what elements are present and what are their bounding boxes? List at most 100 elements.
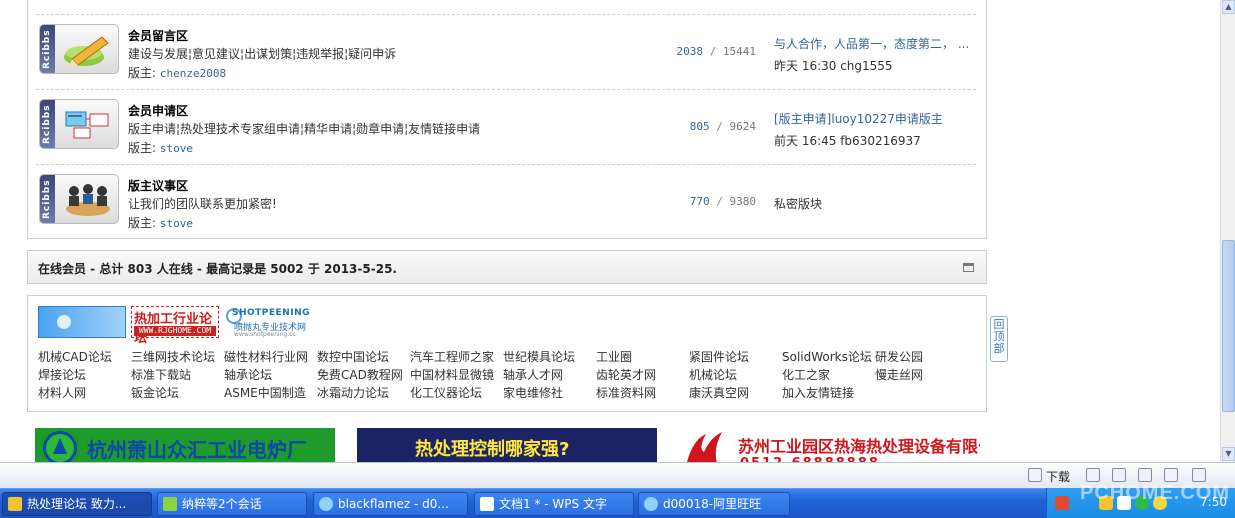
input-method-icon[interactable] [1055,496,1069,510]
forum-title[interactable]: 会员留言区 [128,27,188,44]
friend-link[interactable]: 磁性材料行业网 [224,348,308,365]
friend-link[interactable]: 轴承人才网 [503,366,563,383]
task-button[interactable]: 纳粹等2个会话 [157,492,307,516]
friend-link[interactable]: 冰霜动力论坛 [317,384,389,401]
rcibbs-band: Rcibbs [40,175,55,223]
friend-link[interactable]: 数控中国论坛 [317,348,389,365]
last-post-meta: 昨天 16:30 chg1555 [774,59,893,73]
friend-links-box: 热加工行业论坛 WWW.RJGHOME.COM SHOTPEENING 喷抛丸专… [27,295,987,412]
logo-text: SHOTPEENING [232,308,310,318]
rcibbs-band: Rcibbs [40,25,55,73]
friend-link[interactable]: 中国材料显微镜 [410,366,494,383]
moderator-label: 版主: [128,141,157,155]
meeting-icon [66,184,110,216]
friend-link[interactable]: 标准下载站 [131,366,191,383]
post-count: 15441 [722,45,756,58]
scroll-up-arrow-icon[interactable]: ▲ [1222,0,1235,14]
collapse-icon[interactable] [963,263,974,272]
wps-writer-icon [480,497,494,511]
friend-link[interactable]: 康沃真空网 [689,384,749,401]
download-label[interactable]: 下载 [1046,468,1070,485]
friend-link[interactable]: 化工之家 [782,366,830,383]
forum-title[interactable]: 会员申请区 [128,102,188,119]
friend-link[interactable]: 焊接论坛 [38,366,86,383]
forum-icon[interactable]: Rcibbs [39,24,119,74]
scrollbar-thumb[interactable] [1222,240,1235,412]
forum-counts: 2038 / 15441 [656,45,757,58]
ad-banner-rehai[interactable]: 苏州工业园区热海热处理设备有限公司 0512-68888888 [680,428,980,462]
forum-icon[interactable]: Rcibbs [39,174,119,224]
friend-link[interactable]: 汽车工程师之家 [410,348,494,365]
friend-link[interactable]: 慢走丝网 [875,366,923,383]
friend-link[interactable]: 研发公园 [875,348,923,365]
count-separator: / [716,195,723,208]
chat-icon [163,497,177,511]
friend-link[interactable]: 材料人网 [38,384,86,401]
moderator-link[interactable]: stove [160,142,193,155]
friend-link[interactable]: SolidWorks论坛 [782,348,872,365]
online-members-bar: 在线会员 - 总计 803 人在线 - 最高记录是 5002 于 2013-5-… [27,250,987,284]
forum-moderator: 版主: chenze2008 [128,64,226,81]
task-button[interactable]: blackflamez - d0... [313,492,468,516]
task-label: 热处理论坛 致力... [27,497,127,511]
zoom-icon[interactable] [1192,468,1206,482]
friend-link[interactable]: 机械论坛 [689,366,737,383]
task-button[interactable]: 文档1 * - WPS 文字 [474,492,634,516]
friend-link[interactable]: 免费CAD教程网 [317,366,403,383]
banner-text: 苏州工业园区热海热处理设备有限公司 [738,437,980,456]
ad-banner-zhonghui[interactable]: 杭州萧山众汇工业电炉厂 [35,428,335,462]
task-label: d00018-阿里旺旺 [663,497,762,511]
browser-status-bar: 下载 [0,462,1235,488]
friend-link[interactable]: 轴承论坛 [224,366,272,383]
friend-link[interactable]: 世纪模具论坛 [503,348,575,365]
forum-row: Rcibbs 版主议事区 让我们的团队联系更加紧密! 版主: stove 770… [36,164,976,239]
forum-title[interactable]: 版主议事区 [128,177,188,194]
last-post-title[interactable]: [版主申请]luoy10227申请版主 [774,110,984,127]
moderator-label: 版主: [128,216,157,230]
friend-link[interactable]: 三维网技术论坛 [131,348,215,365]
task-label: 文档1 * - WPS 文字 [499,497,607,511]
vertical-scrollbar[interactable]: ▲ ▼ [1220,0,1235,462]
partner-logo-blue[interactable] [38,306,126,338]
friend-link[interactable]: 家电维修社 [503,384,563,401]
friend-link[interactable]: 机械CAD论坛 [38,348,112,365]
add-icon[interactable] [1086,468,1100,482]
topic-count: 770 [689,195,710,208]
flame-logo-icon [687,432,722,462]
task-label: 纳粹等2个会话 [182,497,262,511]
friend-link[interactable]: 紧固件论坛 [689,348,749,365]
forum-row: Rcibbs 会员申请区 版主申请¦热处理技术专家组申请¦精华申请¦勋章申请¦友… [36,89,976,164]
speaker-icon[interactable] [1138,468,1152,482]
count-separator: / [716,120,723,133]
moderator-link[interactable]: chenze2008 [160,67,226,80]
friend-link[interactable]: 化工仪器论坛 [410,384,482,401]
partner-logo-shotpeening[interactable]: SHOTPEENING 喷抛丸专业技术网 www.shotpeening.cc [226,306,314,338]
back-to-top-button[interactable]: 回顶部 [990,316,1008,362]
partner-logo-rjghome[interactable]: 热加工行业论坛 WWW.RJGHOME.COM [131,306,219,346]
trash-icon[interactable] [1112,468,1126,482]
logo-url: www.shotpeening.cc [234,331,296,338]
scroll-down-arrow-icon[interactable]: ▼ [1222,447,1235,461]
friend-link[interactable]: ASME中国制造 [224,384,306,401]
last-post-title[interactable]: 与人合作，人品第一，态度第二， ... [774,35,984,52]
last-post-title: 私密版块 [774,197,823,211]
forum-icon[interactable]: Rcibbs [39,99,119,149]
moderator-link[interactable]: stove [160,217,193,230]
friend-link[interactable]: 加入友情链接 [782,384,854,401]
banner-text: 杭州萧山众汇工业电炉厂 [87,438,307,462]
friend-link[interactable]: 齿轮英才网 [596,366,656,383]
ad-banner-heat-control[interactable]: 热处理控制哪家强? [357,428,657,462]
moderator-label: 版主: [128,66,157,80]
task-button[interactable]: d00018-阿里旺旺 [638,492,790,516]
forum-description: 建设与发展¦意见建议¦出谋划策¦违规举报¦疑问申诉 [128,47,397,61]
friend-link[interactable]: 工业圈 [596,348,632,365]
friend-link[interactable]: 钣金论坛 [131,384,179,401]
forum-moderator: 版主: stove [128,214,193,231]
forum-moderator: 版主: stove [128,139,193,156]
logo-url: WWW.RJGHOME.COM [134,326,216,336]
download-icon[interactable] [1028,468,1042,482]
rcibbs-band: Rcibbs [40,100,55,148]
screen-icon[interactable] [1164,468,1178,482]
friend-link[interactable]: 标准资料网 [596,384,656,401]
task-button[interactable]: 热处理论坛 致力... [2,492,152,516]
